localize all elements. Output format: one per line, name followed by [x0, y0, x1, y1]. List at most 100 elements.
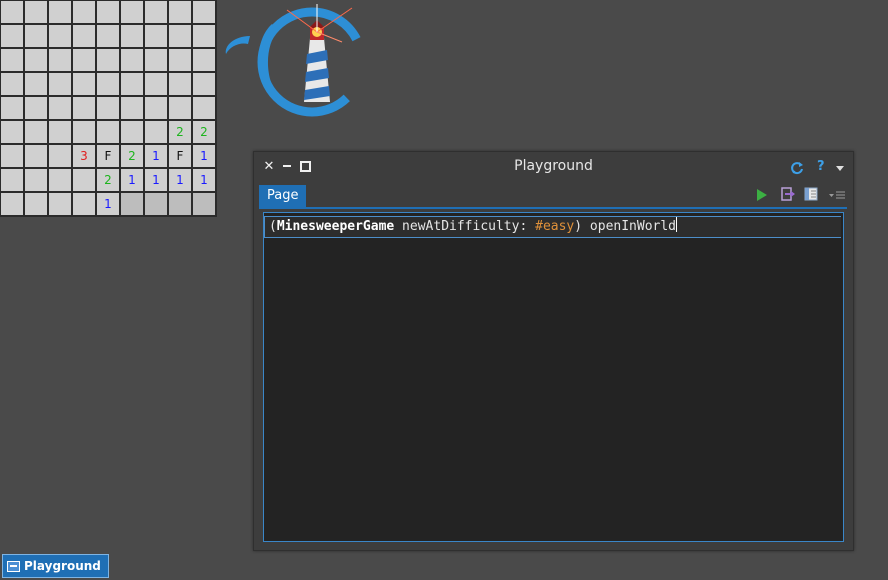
code-open-paren: ( — [269, 219, 277, 234]
minesweeper-cell[interactable] — [169, 97, 191, 119]
tab-page[interactable]: Page — [259, 185, 307, 207]
minesweeper-cell[interactable] — [49, 1, 71, 23]
minesweeper-cell[interactable] — [169, 49, 191, 71]
code-editor[interactable]: (MinesweeperGame newAtDifficulty: #easy)… — [263, 212, 844, 542]
minesweeper-cell[interactable]: 3 — [73, 145, 95, 167]
minesweeper-cell[interactable] — [145, 1, 167, 23]
minesweeper-cell[interactable] — [97, 49, 119, 71]
minesweeper-cell[interactable]: 1 — [145, 169, 167, 191]
minesweeper-board: 223F21F1211111 — [0, 0, 217, 217]
minesweeper-cell[interactable] — [1, 193, 23, 215]
minesweeper-cell[interactable] — [25, 193, 47, 215]
code-selector: newAtDifficulty: — [394, 219, 536, 234]
minesweeper-cell[interactable]: 1 — [121, 169, 143, 191]
minesweeper-cell[interactable] — [169, 1, 191, 23]
minesweeper-cell[interactable] — [121, 49, 143, 71]
minesweeper-cell[interactable] — [73, 73, 95, 95]
minesweeper-cell[interactable] — [25, 169, 47, 191]
minesweeper-cell[interactable] — [49, 49, 71, 71]
minesweeper-cell[interactable] — [193, 193, 215, 215]
code-class-name: MinesweeperGame — [276, 219, 395, 234]
minesweeper-cell[interactable] — [49, 121, 71, 143]
minesweeper-cell[interactable]: 2 — [193, 121, 215, 143]
minesweeper-cell[interactable] — [97, 73, 119, 95]
minesweeper-cell[interactable] — [73, 97, 95, 119]
minesweeper-cell[interactable]: 2 — [97, 169, 119, 191]
minesweeper-cell[interactable] — [73, 169, 95, 191]
minesweeper-cell[interactable] — [73, 1, 95, 23]
minesweeper-cell[interactable] — [97, 1, 119, 23]
minesweeper-cell[interactable] — [121, 97, 143, 119]
minesweeper-cell[interactable] — [1, 1, 23, 23]
minesweeper-cell[interactable] — [25, 97, 47, 119]
minesweeper-cell[interactable] — [121, 121, 143, 143]
taskbar-item-playground[interactable]: Playground — [2, 554, 109, 578]
minesweeper-cell[interactable]: 1 — [145, 145, 167, 167]
minesweeper-cell[interactable] — [169, 73, 191, 95]
minesweeper-cell[interactable] — [73, 49, 95, 71]
minesweeper-cell[interactable] — [1, 73, 23, 95]
window-title: Playground — [514, 158, 593, 174]
minesweeper-cell[interactable] — [25, 73, 47, 95]
chevron-down-icon[interactable] — [836, 166, 844, 171]
help-icon[interactable]: ? — [817, 159, 825, 174]
minesweeper-cell[interactable] — [145, 49, 167, 71]
playground-window: ✕ Playground ? Page (MinesweeperGame new… — [253, 151, 854, 551]
minesweeper-cell[interactable] — [145, 25, 167, 47]
minesweeper-cell[interactable]: 1 — [193, 169, 215, 191]
minesweeper-cell[interactable] — [49, 169, 71, 191]
minesweeper-cell[interactable] — [169, 193, 191, 215]
code-close: ) openInWorld — [574, 219, 677, 234]
minesweeper-cell[interactable] — [121, 25, 143, 47]
minesweeper-cell[interactable] — [1, 145, 23, 167]
minesweeper-cell[interactable] — [145, 73, 167, 95]
minesweeper-cell[interactable] — [1, 49, 23, 71]
minesweeper-cell[interactable]: 2 — [169, 121, 191, 143]
minesweeper-cell[interactable] — [49, 25, 71, 47]
code-symbol: #easy — [535, 219, 575, 234]
minesweeper-cell[interactable] — [49, 145, 71, 167]
minesweeper-cell[interactable] — [1, 97, 23, 119]
minesweeper-cell[interactable] — [25, 49, 47, 71]
text-caret — [676, 217, 678, 232]
minesweeper-cell[interactable] — [1, 25, 23, 47]
minesweeper-cell[interactable] — [97, 97, 119, 119]
minesweeper-cell[interactable]: F — [97, 145, 119, 167]
minesweeper-cell[interactable] — [145, 97, 167, 119]
minesweeper-cell[interactable] — [97, 121, 119, 143]
tab-underline — [259, 207, 847, 209]
window-icon — [7, 560, 20, 572]
minesweeper-cell[interactable]: F — [169, 145, 191, 167]
minesweeper-cell[interactable] — [25, 145, 47, 167]
minesweeper-cell[interactable] — [25, 1, 47, 23]
code-line[interactable]: (MinesweeperGame newAtDifficulty: #easy)… — [264, 216, 841, 238]
minesweeper-cell[interactable] — [1, 169, 23, 191]
list-menu-icon[interactable] — [829, 189, 845, 201]
minesweeper-cell[interactable] — [1, 121, 23, 143]
minesweeper-cell[interactable] — [121, 1, 143, 23]
minesweeper-cell[interactable] — [169, 25, 191, 47]
minesweeper-cell[interactable]: 2 — [121, 145, 143, 167]
minesweeper-cell[interactable] — [73, 193, 95, 215]
minesweeper-cell[interactable] — [25, 121, 47, 143]
minesweeper-cell[interactable]: 1 — [97, 193, 119, 215]
minesweeper-cell[interactable]: 1 — [193, 145, 215, 167]
minesweeper-cell[interactable] — [73, 25, 95, 47]
minesweeper-cell[interactable] — [97, 25, 119, 47]
window-titlebar[interactable]: ✕ Playground ? — [254, 152, 853, 182]
minesweeper-cell[interactable] — [121, 193, 143, 215]
minesweeper-cell[interactable] — [73, 121, 95, 143]
inspect-icon[interactable] — [804, 187, 818, 201]
do-it-icon[interactable] — [781, 187, 795, 201]
minesweeper-cell[interactable] — [49, 97, 71, 119]
minesweeper-cell[interactable] — [25, 25, 47, 47]
pharo-logo-icon — [225, 4, 362, 117]
minesweeper-cell[interactable] — [49, 73, 71, 95]
play-icon[interactable] — [757, 189, 767, 201]
minesweeper-cell[interactable] — [121, 73, 143, 95]
minesweeper-cell[interactable] — [145, 193, 167, 215]
minesweeper-cell[interactable] — [145, 121, 167, 143]
minesweeper-cell[interactable] — [49, 193, 71, 215]
refresh-icon[interactable] — [790, 161, 804, 175]
minesweeper-cell[interactable]: 1 — [169, 169, 191, 191]
